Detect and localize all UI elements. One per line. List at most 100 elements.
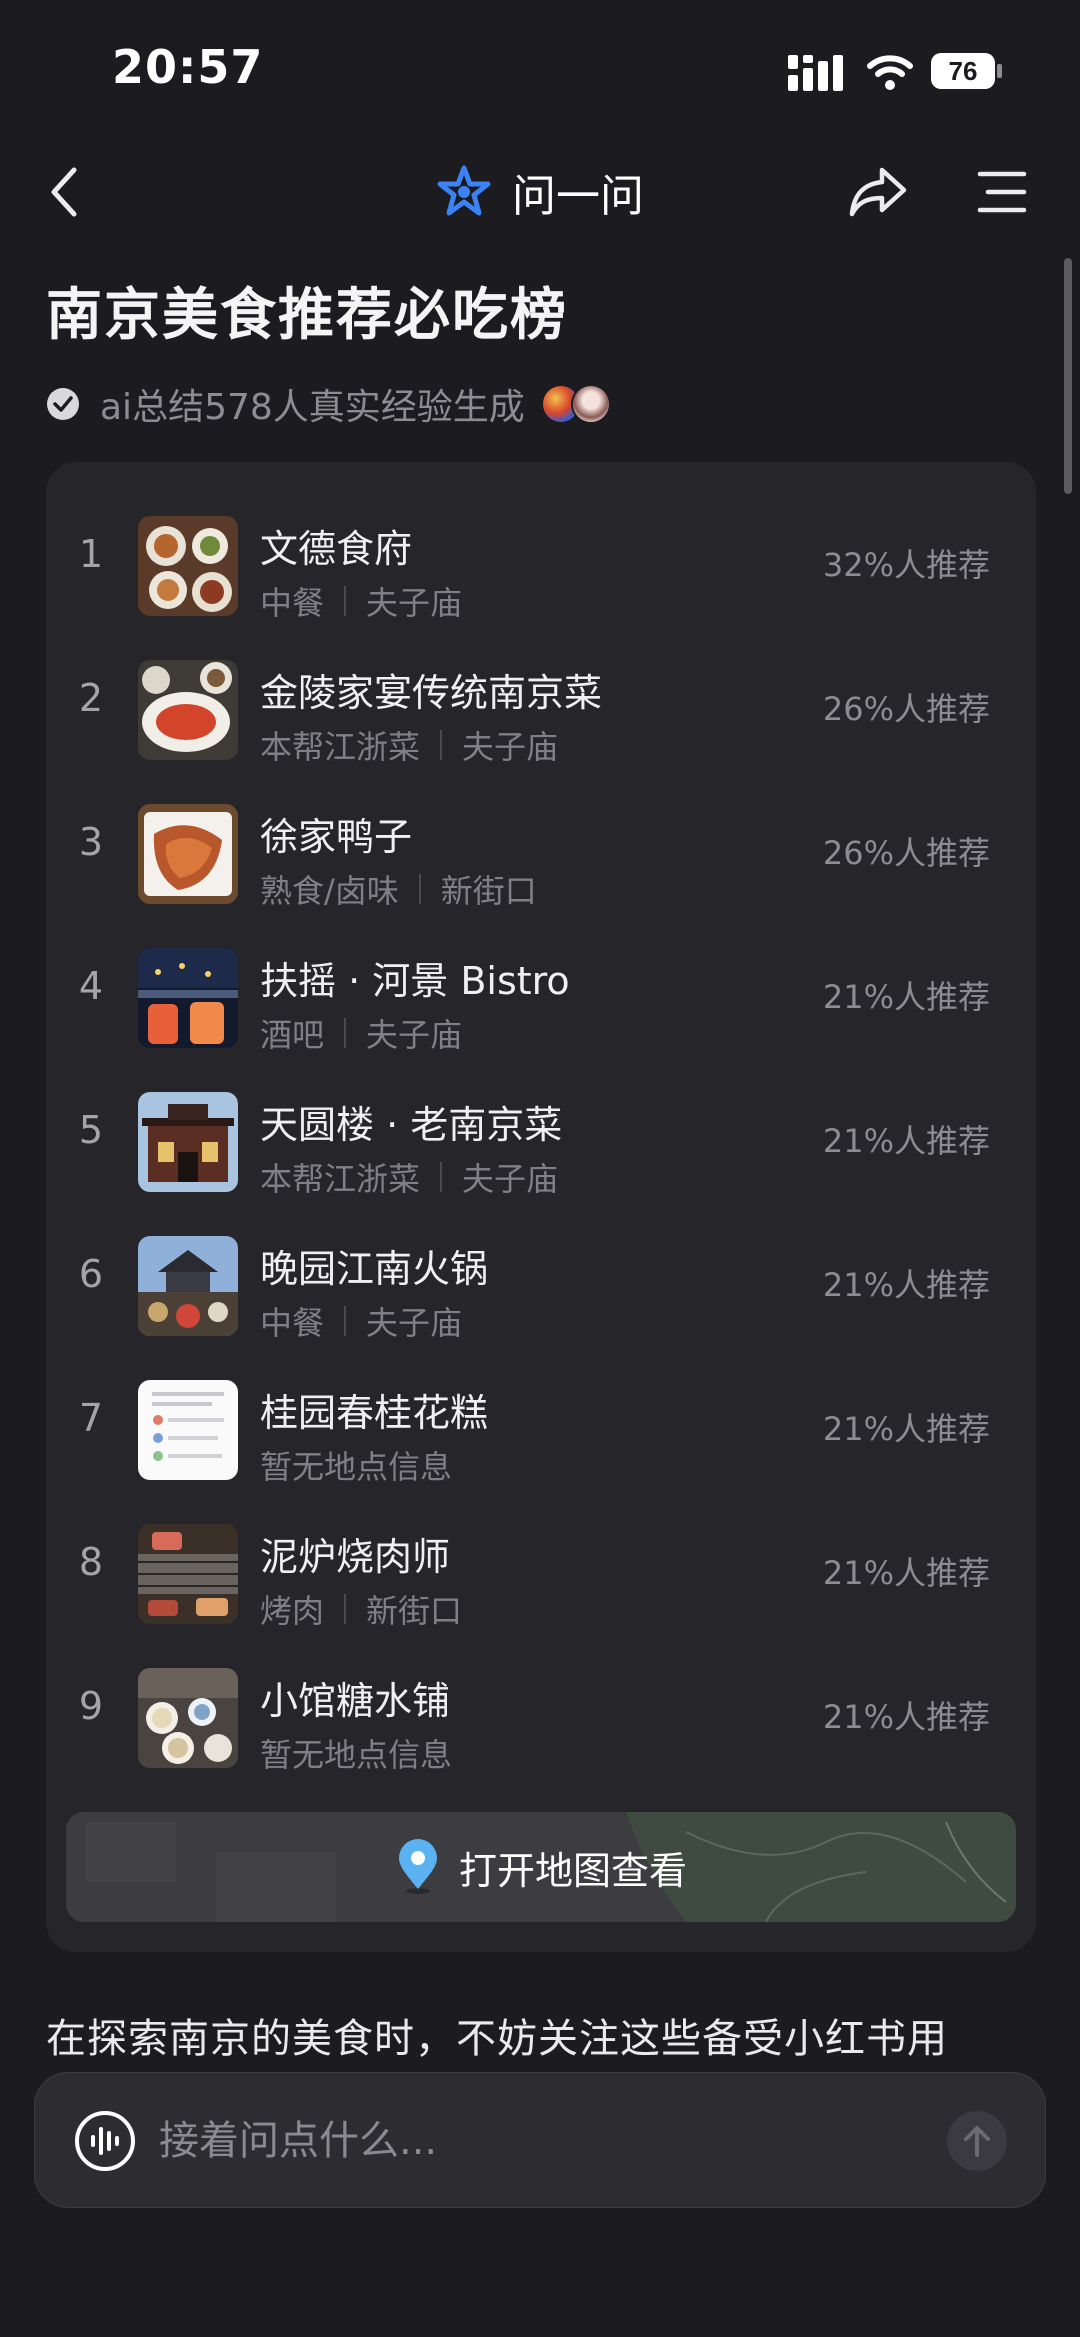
- location-pin-icon: [398, 1839, 437, 1894]
- nav-title: 问一问: [512, 171, 644, 222]
- answer-text: 在探索南京的美食时，不妨关注这些备受小红书用: [46, 2016, 948, 2062]
- restaurant-area: 夫子庙: [462, 728, 559, 766]
- restaurant-name: 小馆糖水铺: [260, 1679, 451, 1723]
- restaurant-area: 夫子庙: [366, 1016, 463, 1054]
- restaurant-area: 新街口: [366, 1592, 463, 1630]
- rank-number: 7: [78, 1396, 104, 1440]
- cellular-signal-icon: [788, 55, 843, 91]
- meta-divider: [440, 730, 443, 760]
- restaurant-meta: 暂无地点信息: [260, 1442, 452, 1488]
- recommend-percent: 21%人推荐: [822, 1698, 990, 1736]
- open-map-label: 打开地图查看: [458, 1848, 687, 1893]
- restaurant-thumbnail: [138, 660, 238, 760]
- restaurant-meta: 烤肉 新街口: [260, 1586, 462, 1632]
- restaurant-area: 夫子庙: [366, 1304, 463, 1342]
- recommend-percent: 21%人推荐: [822, 1554, 990, 1592]
- restaurant-category: 暂无地点信息: [260, 1448, 453, 1486]
- restaurant-name: 扶摇 · 河景 Bistro: [260, 959, 570, 1003]
- ranking-item[interactable]: 9 小馆糖水铺 暂无地点信息 21%人推荐: [46, 1644, 1036, 1788]
- nav-title-group: 问一问: [0, 150, 1080, 234]
- summary-text: ai总结578人真实经验生成: [100, 387, 525, 428]
- restaurant-category: 中餐: [260, 1304, 325, 1342]
- restaurant-thumbnail: [138, 948, 238, 1048]
- restaurant-meta: 熟食/卤味 新街口: [260, 866, 537, 912]
- restaurant-name: 桂园春桂花糕: [260, 1391, 489, 1435]
- restaurant-category: 熟食/卤味: [260, 872, 399, 910]
- restaurant-category: 本帮江浙菜: [260, 1160, 421, 1198]
- page-title: 南京美食推荐必吃榜: [46, 283, 568, 348]
- ranking-item[interactable]: 4 扶摇 · 河景 Bistro 酒吧 夫子庙 21%人推荐: [46, 924, 1036, 1068]
- question-input[interactable]: [159, 2103, 919, 2179]
- rank-number: 9: [78, 1684, 104, 1728]
- battery-level: 76: [949, 56, 978, 86]
- rank-number: 4: [78, 964, 104, 1008]
- summary-row: ai总结578人真实经验生成: [46, 376, 611, 432]
- nav-bar: 问一问: [0, 150, 1080, 234]
- scrollbar[interactable]: [1064, 258, 1072, 494]
- ranking-item[interactable]: 1 文德食府 中餐 夫子庙 32%人推荐: [46, 492, 1036, 636]
- restaurant-category: 烤肉: [260, 1592, 325, 1630]
- restaurant-meta: 中餐 夫子庙: [260, 1298, 462, 1344]
- rank-number: 1: [78, 532, 104, 576]
- share-icon[interactable]: [848, 164, 908, 218]
- voice-input-icon[interactable]: [73, 2109, 137, 2173]
- meta-divider: [344, 1018, 347, 1048]
- meta-divider: [344, 586, 347, 616]
- ranking-item[interactable]: 3 徐家鸭子 熟食/卤味 新街口 26%人推荐: [46, 780, 1036, 924]
- recommend-percent: 26%人推荐: [822, 834, 990, 872]
- restaurant-name: 文德食府: [260, 527, 413, 571]
- ranking-item[interactable]: 6 晚园江南火锅 中餐 夫子庙 21%人推荐: [46, 1212, 1036, 1356]
- rank-number: 3: [78, 820, 104, 864]
- restaurant-meta: 暂无地点信息: [260, 1730, 452, 1776]
- verified-check-icon: [47, 388, 79, 420]
- meta-divider: [344, 1306, 347, 1336]
- restaurant-area: 夫子庙: [366, 584, 463, 622]
- restaurant-category: 本帮江浙菜: [260, 728, 421, 766]
- restaurant-name: 金陵家宴传统南京菜: [260, 671, 603, 715]
- rank-number: 8: [78, 1540, 104, 1584]
- recommend-percent: 26%人推荐: [822, 690, 990, 728]
- restaurant-meta: 中餐 夫子庙: [260, 578, 462, 624]
- map-button-content: 打开地图查看: [66, 1812, 1016, 1922]
- recommend-percent: 21%人推荐: [822, 978, 990, 1016]
- ranking-card: 1 文德食府 中餐 夫子庙 32%人推荐 2 金陵家宴传统南京菜 本帮江浙菜 夫…: [46, 462, 1036, 1952]
- restaurant-thumbnail: [138, 1524, 238, 1624]
- recommend-percent: 21%人推荐: [822, 1410, 990, 1448]
- restaurant-thumbnail: [138, 1236, 238, 1336]
- ranking-item[interactable]: 5 天圆楼 · 老南京菜 本帮江浙菜 夫子庙 21%人推荐: [46, 1068, 1036, 1212]
- meta-divider: [440, 1162, 443, 1192]
- recommend-percent: 21%人推荐: [822, 1122, 990, 1160]
- restaurant-meta: 本帮江浙菜 夫子庙: [260, 1154, 558, 1200]
- restaurant-thumbnail: [138, 1380, 238, 1480]
- restaurant-area: 新街口: [440, 872, 537, 910]
- status-bar: 20:57 76: [0, 0, 1080, 140]
- send-icon[interactable]: [947, 2111, 1007, 2171]
- ranking-item[interactable]: 7 桂园春桂花糕 暂无地点信息 21%人推荐: [46, 1356, 1036, 1500]
- restaurant-category: 暂无地点信息: [260, 1736, 453, 1774]
- restaurant-thumbnail: [138, 804, 238, 904]
- avatar-group: [540, 384, 611, 424]
- restaurant-category: 中餐: [260, 584, 325, 622]
- ranking-item[interactable]: 2 金陵家宴传统南京菜 本帮江浙菜 夫子庙 26%人推荐: [46, 636, 1036, 780]
- open-map-button[interactable]: 打开地图查看: [66, 1812, 1016, 1922]
- rank-number: 6: [78, 1252, 104, 1296]
- input-bar: [34, 2072, 1046, 2208]
- restaurant-name: 徐家鸭子: [260, 815, 413, 859]
- restaurant-meta: 酒吧 夫子庙: [260, 1010, 462, 1056]
- restaurant-category: 酒吧: [260, 1016, 325, 1054]
- menu-icon[interactable]: [976, 168, 1028, 216]
- restaurant-name: 天圆楼 · 老南京菜: [260, 1103, 563, 1147]
- restaurant-thumbnail: [138, 516, 238, 616]
- ranking-item[interactable]: 8 泥炉烧肉师 烤肉 新街口 21%人推荐: [46, 1500, 1036, 1644]
- avatar: [570, 384, 611, 424]
- wifi-icon: [867, 55, 913, 90]
- screen: 20:57 76 问一问 南京美食推荐必吃榜 ai总结578人真实经验生成 1 …: [0, 0, 1080, 2337]
- restaurant-name: 晚园江南火锅: [260, 1247, 489, 1291]
- ask-logo-icon: [437, 165, 491, 216]
- status-time: 20:57: [112, 40, 264, 94]
- rank-number: 5: [78, 1108, 104, 1152]
- ranking-list: 1 文德食府 中餐 夫子庙 32%人推荐 2 金陵家宴传统南京菜 本帮江浙菜 夫…: [46, 492, 1036, 1788]
- recommend-percent: 21%人推荐: [822, 1266, 990, 1304]
- restaurant-thumbnail: [138, 1668, 238, 1768]
- meta-divider: [344, 1594, 347, 1624]
